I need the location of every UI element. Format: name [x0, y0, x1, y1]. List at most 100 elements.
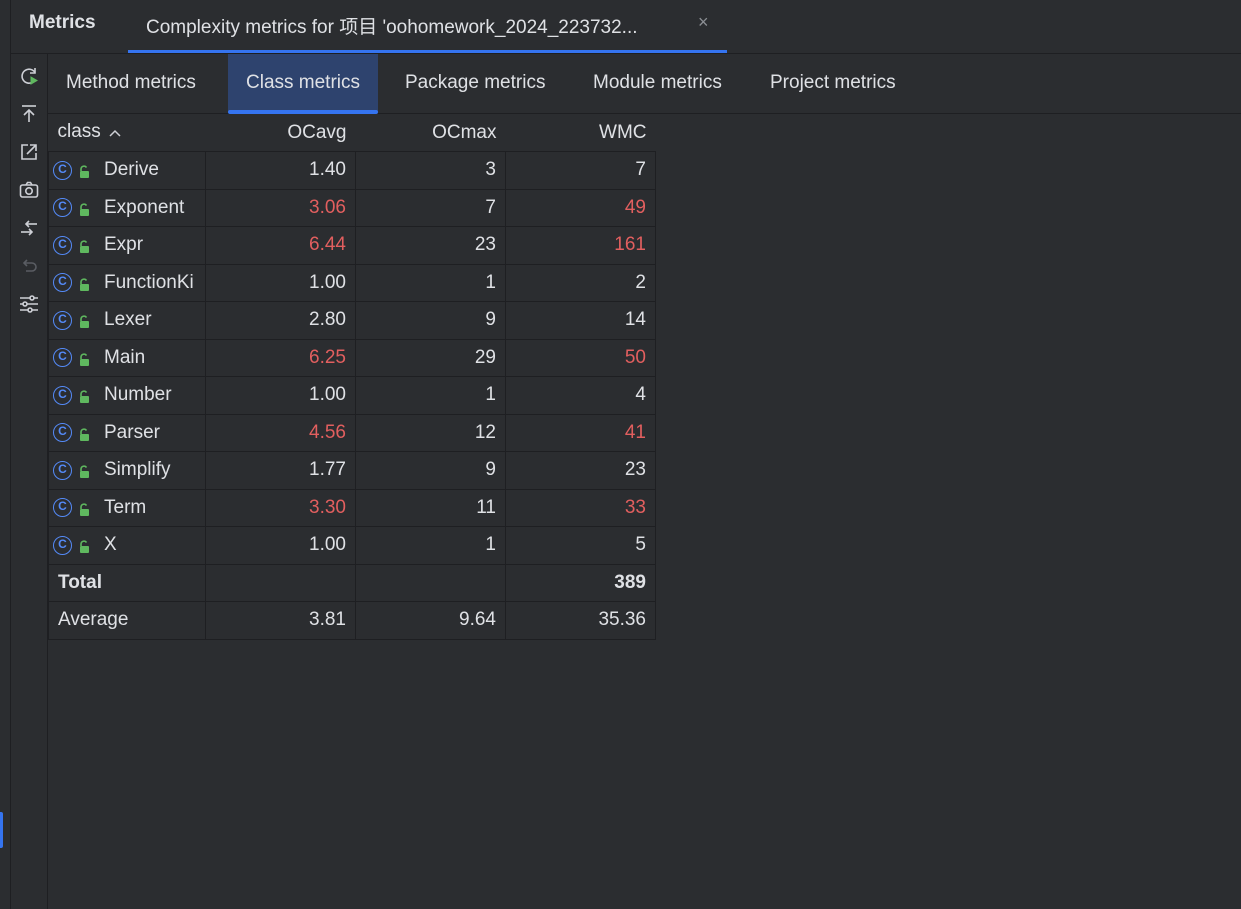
table-header-row: class OCavg OCmax WMC — [49, 114, 656, 152]
class-name: Derive — [104, 159, 159, 181]
ocmax-cell: 3 — [355, 151, 506, 190]
class-name-cell[interactable]: C Exponent — [48, 188, 206, 227]
class-icon: C — [53, 235, 72, 255]
wmc-cell: 23 — [505, 451, 656, 490]
active-tool-marker — [0, 812, 3, 848]
class-name-cell[interactable]: CX — [48, 526, 206, 565]
class-icon: C — [53, 460, 72, 480]
class-metrics-table: class OCavg OCmax WMC C Derive 1.40 3 7 C Expo… — [48, 114, 656, 640]
class-name-cell[interactable]: C Parser — [48, 413, 206, 452]
undo-icon — [15, 252, 43, 280]
sort-ascending-icon — [109, 121, 121, 143]
column-header-ocmax[interactable]: OCmax — [356, 114, 506, 152]
column-header-class-label: class — [57, 121, 101, 143]
average-ocmax: 9.64 — [355, 601, 506, 640]
ocmax-cell: 9 — [355, 451, 506, 490]
ocmax-cell: 7 — [355, 188, 506, 227]
ocavg-cell: 1.77 — [205, 451, 356, 490]
ocmax-cell: 1 — [355, 263, 506, 302]
ocmax-cell: 9 — [355, 301, 506, 340]
ocmax-cell: 12 — [355, 413, 506, 452]
class-icon: C — [53, 198, 72, 218]
public-lock-icon — [78, 351, 90, 366]
tab-module-metrics[interactable]: Module metrics — [575, 54, 740, 113]
class-name: X — [104, 534, 117, 556]
class-name: Term — [104, 496, 147, 518]
table-row[interactable]: C Exponent 3.06 7 49 — [48, 188, 656, 227]
total-row: Total 389 — [48, 563, 656, 602]
export-icon[interactable] — [15, 100, 43, 128]
open-external-icon[interactable] — [15, 138, 43, 166]
class-name: Parser — [104, 421, 160, 443]
refresh-run-icon[interactable] — [15, 62, 43, 90]
class-name: Simplify — [104, 459, 171, 481]
ocmax-cell: 1 — [355, 526, 506, 565]
average-ocavg: 3.81 — [205, 601, 356, 640]
wmc-cell: 161 — [505, 226, 656, 265]
total-ocmax — [355, 563, 506, 602]
class-name-cell[interactable]: C Term — [48, 488, 206, 527]
class-name-cell[interactable]: C Expr — [48, 226, 206, 265]
table-row[interactable]: C Simplify 1.77 9 23 — [48, 451, 656, 490]
ocavg-cell: 4.56 — [205, 413, 356, 452]
table-row[interactable]: C Number 1.00 1 4 — [48, 376, 656, 415]
public-lock-icon — [78, 238, 90, 254]
ocavg-cell: 2.80 — [205, 301, 356, 340]
class-name-cell[interactable]: C Simplify — [48, 451, 206, 490]
left-edge-strip — [0, 0, 11, 909]
total-label: Total — [48, 563, 206, 602]
tab-project-metrics[interactable]: Project metrics — [752, 54, 914, 113]
ocavg-cell: 3.06 — [205, 188, 356, 227]
tab-method-metrics[interactable]: Method metrics — [48, 54, 214, 113]
wmc-cell: 4 — [505, 376, 656, 415]
ocmax-cell: 29 — [355, 338, 506, 377]
public-lock-icon — [78, 276, 90, 291]
average-row: Average 3.81 9.64 35.36 — [48, 601, 656, 640]
ocavg-cell: 6.25 — [205, 338, 356, 377]
table-row[interactable]: C X 1.00 1 5 — [48, 526, 656, 565]
table-row[interactable]: C Derive 1.40 3 7 — [48, 151, 656, 190]
ocavg-cell: 3.30 — [205, 488, 356, 527]
column-header-ocavg[interactable]: OCavg — [206, 114, 356, 152]
tool-window-title: Metrics — [29, 12, 96, 33]
class-icon: C — [53, 498, 72, 518]
table-row[interactable]: C Term 3.30 11 33 — [48, 488, 656, 527]
table-row[interactable]: C Expr 6.44 23 161 — [48, 226, 656, 265]
class-name: Exponent — [104, 196, 185, 218]
settings-sliders-icon[interactable] — [15, 290, 43, 318]
class-name: Number — [104, 384, 172, 406]
column-header-wmc[interactable]: WMC — [506, 114, 656, 152]
class-name-cell[interactable]: C Derive — [48, 151, 206, 190]
class-name-cell[interactable]: C Lexer — [48, 301, 206, 340]
tab-class-metrics[interactable]: Class metrics — [228, 54, 379, 114]
public-lock-icon — [78, 463, 90, 479]
class-name-cell[interactable]: C Number — [48, 376, 206, 415]
class-icon: C — [53, 348, 72, 368]
total-ocavg — [205, 563, 356, 602]
column-header-class[interactable]: class — [49, 114, 206, 152]
public-lock-icon — [78, 388, 90, 404]
table-row[interactable]: C Main 6.25 29 50 — [48, 338, 656, 377]
public-lock-icon — [78, 426, 90, 441]
compare-arrows-icon[interactable] — [15, 214, 43, 242]
wmc-cell: 41 — [505, 413, 656, 452]
ocavg-cell: 1.00 — [205, 376, 356, 415]
wmc-cell: 7 — [505, 151, 656, 190]
class-name-cell[interactable]: C FunctionKi — [48, 263, 206, 302]
wmc-cell: 14 — [505, 301, 656, 340]
table-row[interactable]: C FunctionKi 1.00 1 2 — [48, 263, 656, 302]
class-icon: C — [53, 423, 72, 443]
snapshot-camera-icon[interactable] — [15, 176, 43, 204]
tab-package-metrics[interactable]: Package metrics — [387, 54, 563, 113]
close-icon[interactable]: × — [698, 12, 709, 33]
class-name: Main — [104, 346, 146, 368]
table-row[interactable]: C Parser 4.56 12 41 — [48, 413, 656, 452]
ocavg-cell: 1.00 — [205, 263, 356, 302]
class-icon: C — [53, 385, 72, 405]
tab-active-underline — [128, 50, 727, 53]
metrics-content-tab[interactable]: Complexity metrics for 项目 'oohomework_20… — [128, 0, 727, 53]
table-row[interactable]: C Lexer 2.80 9 14 — [48, 301, 656, 340]
class-icon: C — [53, 535, 72, 555]
class-name-cell[interactable]: C Main — [48, 338, 206, 377]
class-icon: C — [53, 160, 72, 180]
